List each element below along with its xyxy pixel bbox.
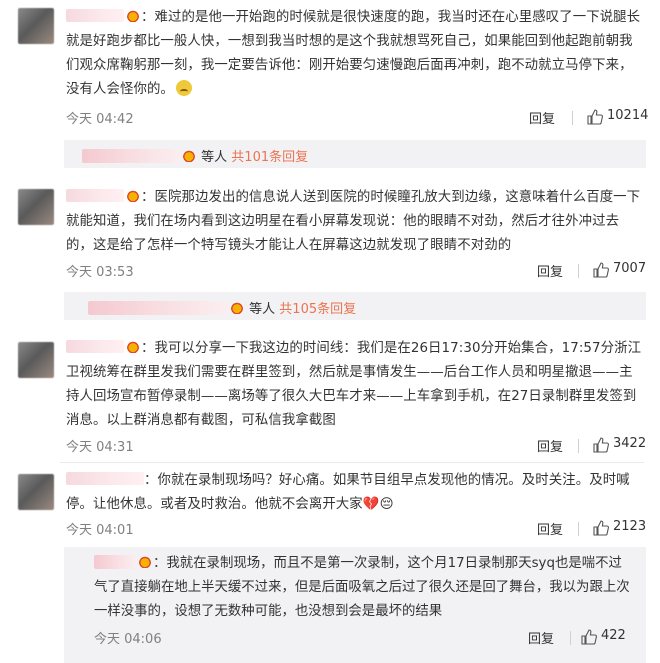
reply-summary-prefix: 等人	[249, 302, 276, 317]
crying-emoji-icon	[175, 80, 192, 96]
view-replies-link[interactable]: 共101条回复	[231, 150, 308, 165]
like-count[interactable]: 7007	[613, 261, 646, 276]
like-count[interactable]: 2123	[613, 519, 646, 534]
divider	[572, 111, 573, 125]
vip-badge-icon	[126, 190, 140, 202]
username[interactable]	[66, 472, 144, 485]
like-count[interactable]: 422	[601, 628, 626, 643]
timestamp: 今天 04:06	[94, 632, 162, 647]
comment-text: ：我可以分享一下我这边的时间线：我们是在26日17:30分开始集合，17:57分…	[66, 340, 642, 428]
reply-button[interactable]: 回复	[537, 519, 563, 538]
reply-button[interactable]: 回复	[528, 628, 554, 647]
reply-summary-prefix: 等人	[201, 150, 228, 165]
comment-meta: 今天 04:31 回复 3422	[66, 436, 646, 456]
comment-text: ：难过的是他一开始跑的时候就是很快速度的跑，我当时还在心里感叹了一下说腿长就是好…	[66, 9, 641, 97]
comment-meta: 今天 04:42 回复 10214	[66, 108, 648, 128]
reply-button[interactable]: 回复	[537, 261, 563, 280]
comment-meta: 今天 04:01 回复 2123	[66, 519, 646, 539]
comment-text: ：医院那边发出的信息说人送到医院的时候瞳孔放大到边缘，这意味着什么百度一下就能知…	[66, 189, 641, 253]
view-replies-link[interactable]: 共105条回复	[279, 302, 356, 317]
comment-meta: 今天 03:53 回复 7007	[66, 261, 646, 281]
divider	[578, 522, 579, 536]
nested-reply-text: ：我就在录制现场，而且不是第一次录制，这个月17日录制那天syq也是喘不过气了直…	[94, 555, 630, 619]
reply-button[interactable]: 回复	[529, 108, 555, 127]
reply-button[interactable]: 回复	[537, 436, 563, 455]
username[interactable]	[66, 189, 124, 202]
vip-badge-icon	[126, 10, 140, 22]
avatar[interactable]	[18, 474, 54, 510]
vip-badge-icon	[126, 341, 140, 353]
thumbs-up-icon[interactable]	[587, 109, 603, 125]
nested-reply-body: 我就在录制现场，而且不是第一次录制，这个月17日录制那天syq也是喘不过气了直接…	[94, 556, 630, 619]
avatar[interactable]	[18, 8, 54, 44]
timestamp: 今天 03:53	[66, 265, 134, 280]
divider	[578, 264, 579, 278]
username[interactable]	[66, 340, 124, 353]
timestamp: 今天 04:31	[66, 440, 134, 455]
thumbs-up-icon[interactable]	[593, 520, 609, 536]
username[interactable]	[66, 9, 124, 22]
reply-username[interactable]	[82, 149, 180, 163]
thumbs-up-icon[interactable]	[581, 629, 597, 645]
vip-badge-icon	[138, 556, 152, 568]
avatar[interactable]	[18, 342, 54, 378]
reply-username[interactable]	[94, 555, 136, 569]
timestamp: 今天 04:42	[66, 112, 134, 127]
reply-username[interactable]	[88, 301, 228, 315]
reply-summary-bar[interactable]: 等人 共101条回复	[64, 140, 646, 168]
like-count[interactable]: 3422	[613, 436, 646, 451]
comment-text: ：你就在录制现场吗？好心痛。如果节目组早点发现他的情况。及时关注。及时喊停。让他…	[66, 472, 630, 512]
divider	[570, 631, 571, 645]
avatar[interactable]	[18, 189, 54, 225]
nested-reply-meta: 今天 04:06 回复 422	[94, 628, 634, 648]
reply-summary-bar[interactable]: 等人 共105条回复	[64, 292, 646, 320]
timestamp: 今天 04:01	[66, 523, 134, 538]
vip-badge-icon	[182, 150, 196, 162]
divider	[578, 439, 579, 453]
like-count[interactable]: 10214	[607, 108, 648, 123]
divider	[60, 462, 644, 463]
thumbs-up-icon[interactable]	[593, 262, 609, 278]
thumbs-up-icon[interactable]	[593, 437, 609, 453]
vip-badge-icon	[230, 302, 244, 314]
